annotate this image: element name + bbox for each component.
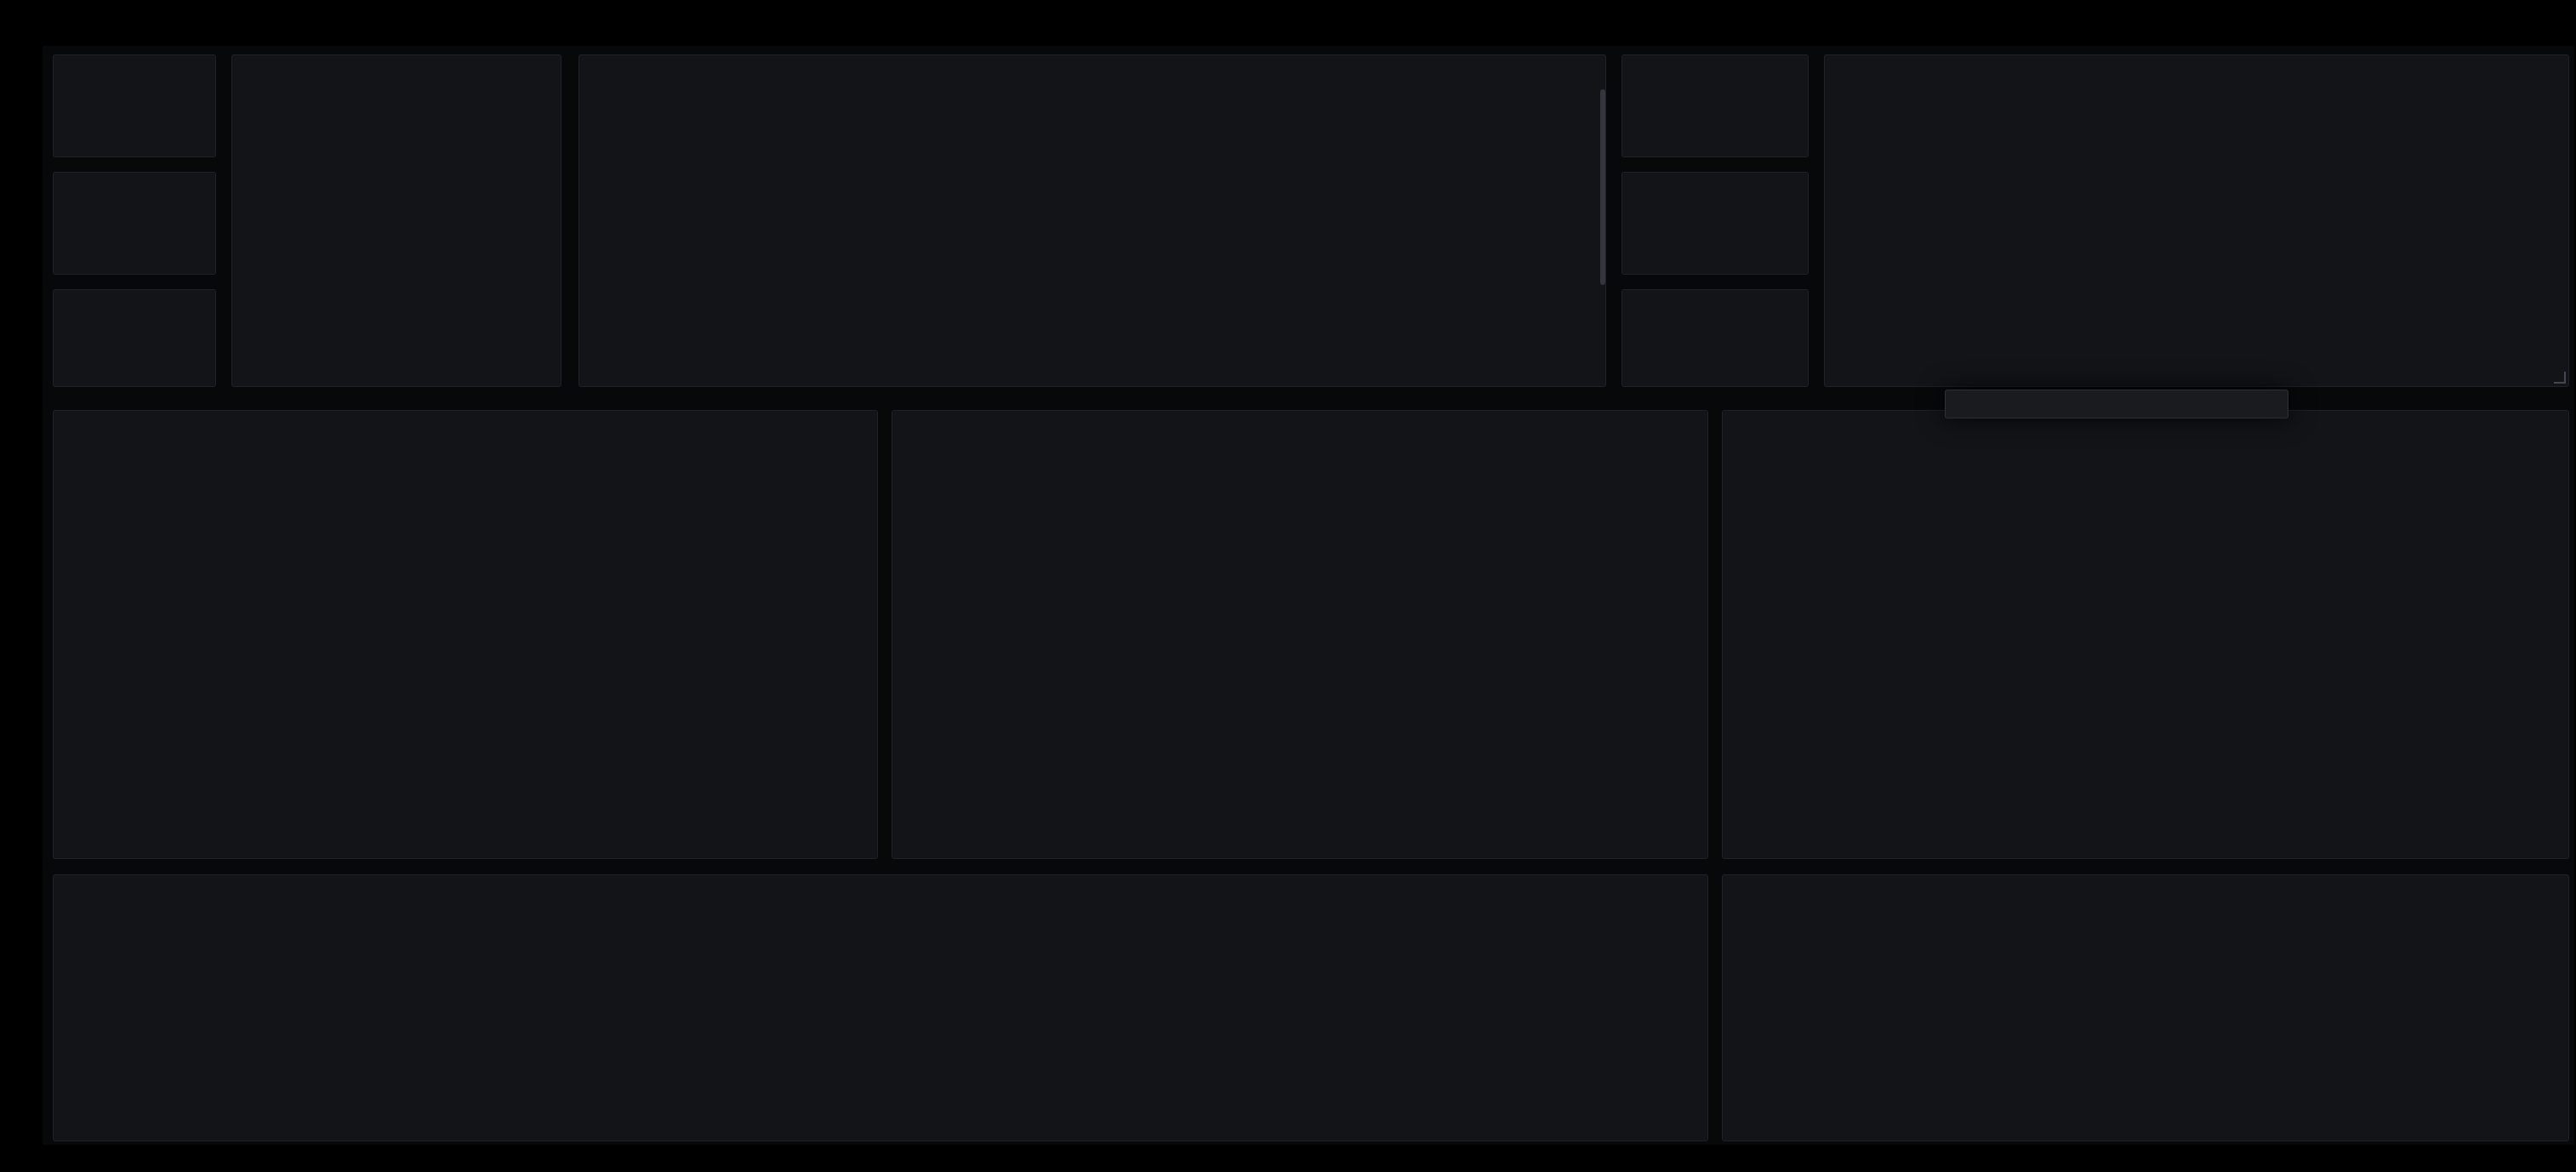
stat-panel-file-descriptors [1621,289,1809,387]
memory-info-legend [908,729,1695,858]
stat-panel-free-inodes [1621,172,1809,275]
disk-space-table [591,115,1599,386]
hourly-traffic-panel [1824,54,2569,387]
cpu-temperature-chart[interactable] [54,875,1708,1141]
disk-usage-panel [1722,874,2569,1141]
network-traffic-panel [1722,410,2569,859]
disk-usage-chart[interactable] [1723,875,2569,1141]
bar-gauge-list [244,62,552,383]
table-scrollbar[interactable] [1600,89,1605,285]
stat-panel-cpu-cores [53,172,216,275]
cpu-usage-panel [53,410,878,859]
stat-panel-uptime [53,54,216,157]
chart-tooltip [1945,390,2288,418]
memory-info-panel [892,410,1708,859]
cpu-temperature-panel [53,874,1708,1141]
hourly-traffic-chart[interactable] [1825,55,2569,387]
cpu-usage-legend [69,729,865,858]
disk-space-table-panel [578,54,1606,387]
stat-panel-total-memory [53,289,216,387]
bar-gauge-panel [231,54,561,387]
network-traffic-legend [1738,729,2556,858]
hourly-traffic-title[interactable] [1825,64,2568,86]
stat-panel-cpu-iowait [1621,54,1809,157]
panel-resize-handle[interactable] [2554,372,2566,384]
